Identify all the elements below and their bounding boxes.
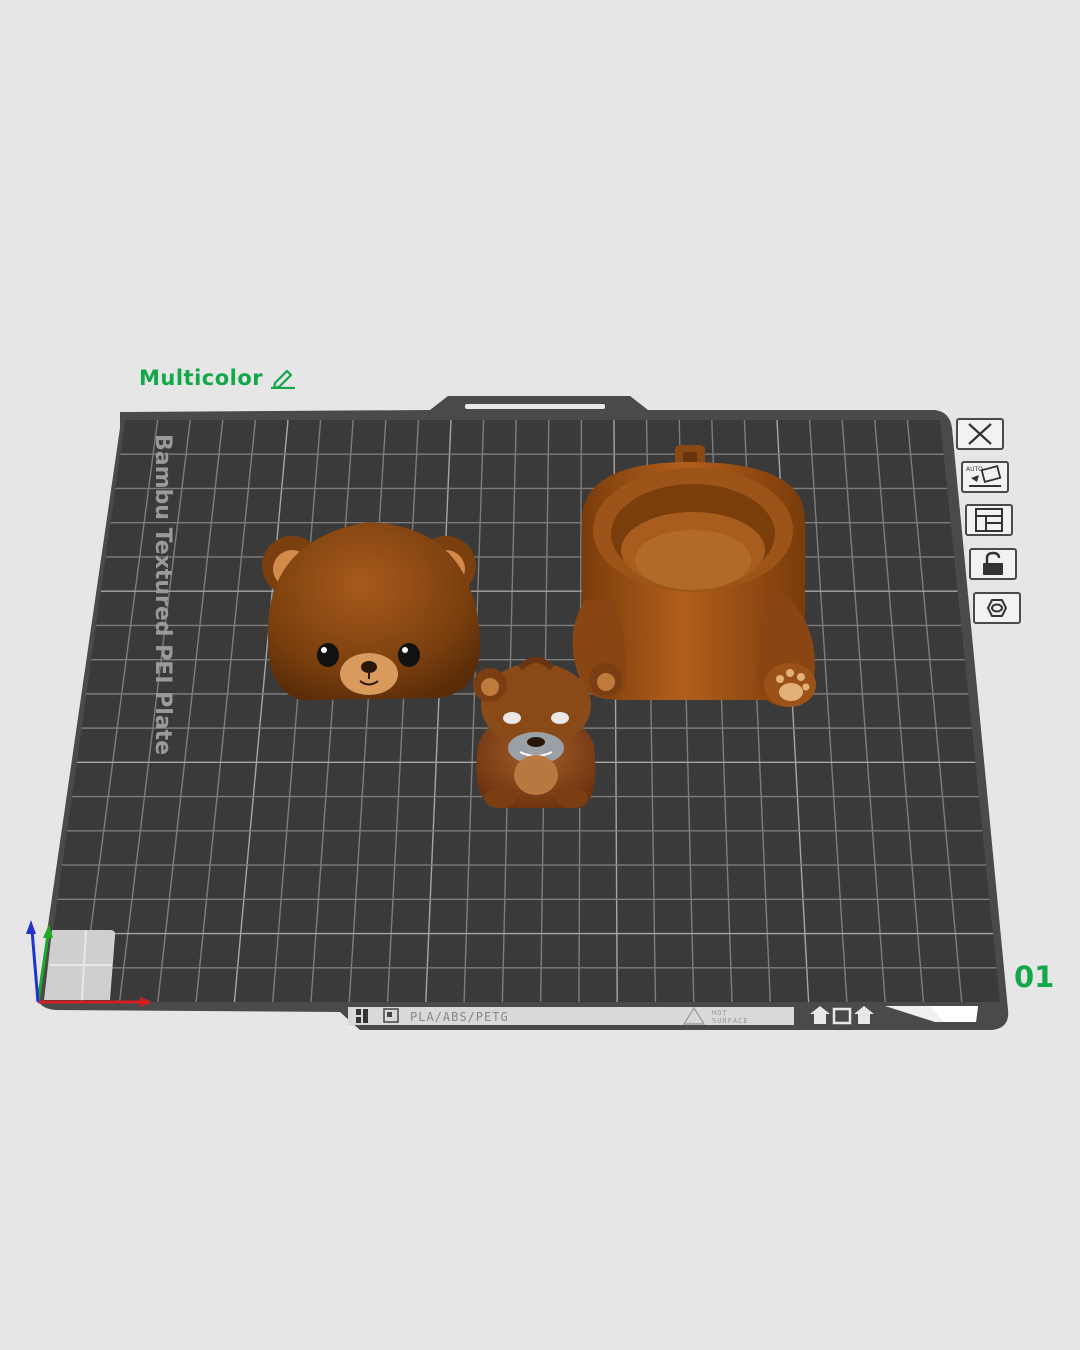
close-plate-icon (968, 423, 992, 445)
auto-orient-icon: AUTO (966, 465, 1002, 487)
plate-settings-icon (986, 599, 1008, 617)
auto-orient-button[interactable]: AUTO (961, 461, 1009, 493)
plate-name-label[interactable]: Multicolor (139, 366, 297, 390)
arrange-icon (975, 508, 1003, 532)
bed-label: Bambu Textured PEI Plate (150, 434, 175, 755)
plate-number: 01 (1014, 960, 1055, 994)
edit-icon[interactable] (269, 367, 297, 389)
model-bear-head[interactable] (262, 522, 481, 700)
warning-label-line1: HOT (712, 1009, 728, 1017)
plate-name: Multicolor (139, 366, 264, 390)
lock-icon (983, 551, 1003, 575)
auto-label: AUTO (966, 466, 983, 473)
close-plate-button[interactable] (956, 418, 1004, 450)
z-axis (30, 929, 40, 1003)
plate-notch (465, 404, 605, 409)
lock-plate-button[interactable] (969, 548, 1017, 580)
material-label: PLA/ABS/PETG (410, 1010, 509, 1024)
plate-settings-button[interactable] (973, 592, 1021, 624)
plate-toolbar: AUTO (955, 418, 1035, 633)
build-plate-viewport[interactable]: Bambu Textured PEI Plate PLA/ABS/PETG HO… (0, 0, 1080, 1350)
arrange-button[interactable] (965, 504, 1013, 536)
warning-label-line2: SURFACE (712, 1017, 749, 1025)
